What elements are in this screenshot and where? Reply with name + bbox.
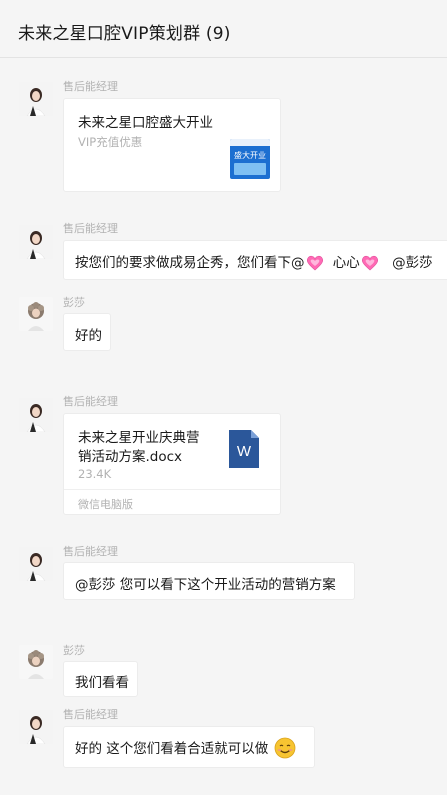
avatar[interactable] [19, 82, 53, 116]
message-text: 我们看看 [75, 675, 129, 691]
word-file-icon: W [229, 430, 259, 468]
smiley-emoji-icon [274, 737, 296, 758]
text-bubble[interactable]: 好的 [63, 313, 111, 351]
word-icon-letter: W [236, 443, 252, 460]
heart-emoji-icon [361, 255, 378, 271]
file-card[interactable]: 未来之星开业庆典营 销活动方案.docx 23.4K W 微信电脑版 [63, 413, 281, 515]
avatar[interactable] [19, 297, 53, 331]
text-part: 心心 [332, 255, 360, 271]
thumb-text: 盛大开业 [234, 151, 266, 160]
avatar[interactable] [19, 645, 53, 679]
message-text: @彭莎 您可以看下这个开业活动的营销方案 [75, 577, 336, 593]
text-bubble[interactable]: 我们看看 [63, 661, 138, 697]
avatar[interactable] [19, 547, 53, 581]
card-thumbnail: 盛大开业 [230, 139, 270, 179]
sender-name: 售后能经理 [63, 80, 118, 93]
chat-title: 未来之星口腔VIP策划群 (9) [18, 24, 231, 44]
chat-header: 未来之星口腔VIP策划群 (9) [0, 0, 447, 58]
link-card[interactable]: 未来之星口腔盛大开业 VIP充值优惠 盛大开业 [63, 98, 281, 192]
text-part: 好的 这个您们看着合适就可以做 [75, 741, 269, 757]
avatar[interactable] [19, 710, 53, 744]
card-title: 未来之星口腔盛大开业 [78, 115, 213, 131]
sender-name: 售后能经理 [63, 545, 118, 558]
sender-name: 售后能经理 [63, 708, 118, 721]
message-text: 好的 [75, 328, 102, 344]
text-bubble[interactable]: 好的 这个您们看着合适就可以做 [63, 726, 315, 768]
file-name-line2: 销活动方案.docx [78, 449, 183, 465]
avatar[interactable] [19, 398, 53, 432]
text-bubble[interactable]: 按您们的要求做成易企秀，您们看下@ 心心 @彭莎 [63, 240, 447, 280]
card-subtitle: VIP充值优惠 [78, 135, 143, 149]
file-source: 微信电脑版 [78, 498, 133, 511]
sender-name: 售后能经理 [63, 222, 118, 235]
file-name-line1: 未来之星开业庆典营 [78, 430, 200, 446]
text-bubble[interactable]: @彭莎 您可以看下这个开业活动的营销方案 [63, 562, 355, 600]
sender-name: 售后能经理 [63, 395, 118, 408]
sender-name: 彭莎 [63, 296, 85, 309]
avatar[interactable] [19, 225, 53, 259]
sender-name: 彭莎 [63, 644, 85, 657]
text-part: 按您们的要求做成易企秀，您们看下@ [75, 255, 305, 271]
message-text: 按您们的要求做成易企秀，您们看下@ 心心 @彭莎 [75, 251, 433, 273]
text-part: @彭莎 [392, 255, 433, 271]
file-size: 23.4K [78, 467, 112, 481]
heart-emoji-icon [306, 255, 323, 271]
message-text: 好的 这个您们看着合适就可以做 [75, 737, 296, 759]
